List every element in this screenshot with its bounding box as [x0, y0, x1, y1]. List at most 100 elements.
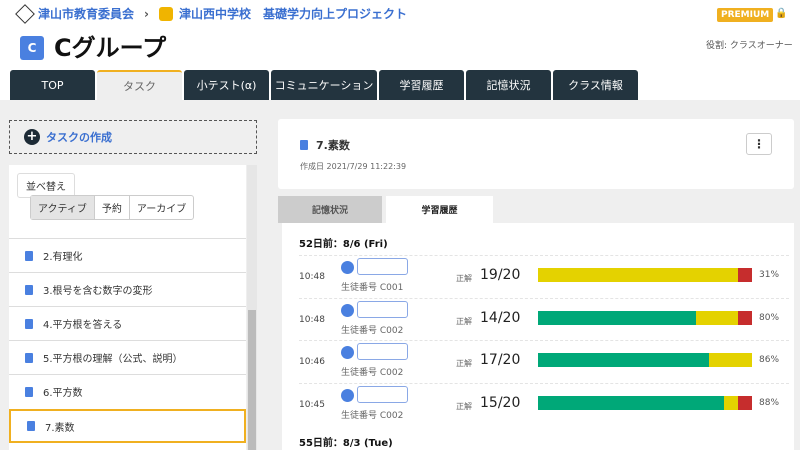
student-number: 生徒番号 C002 — [341, 368, 404, 378]
scrollbar-thumb[interactable] — [248, 310, 256, 450]
task-list-scrollbar[interactable] — [247, 165, 257, 450]
book-icon — [300, 140, 308, 150]
tab-communication[interactable]: コミュニケーション — [271, 70, 377, 100]
bar-segment-yellow — [538, 268, 739, 282]
main-tabs: TOP タスク 小テスト(α) コミュニケーション 学習履歴 記憶状況 クラス情… — [10, 70, 638, 100]
plus-icon: + — [24, 129, 40, 145]
task-item[interactable]: 3.根号を含む数字の変形 — [9, 272, 246, 306]
correct-label: 正解 — [456, 316, 472, 326]
filter-scheduled[interactable]: 予約 — [95, 196, 130, 219]
breadcrumb: 津山市教育委員会 › 津山西中学校 基礎学力向上プロジェクト — [15, 3, 407, 24]
result-bar — [538, 268, 752, 282]
score: 15/20 — [480, 394, 521, 411]
student-number: 生徒番号 C002 — [341, 410, 404, 421]
task-label: 6.平方数 — [43, 388, 83, 399]
student-name-field — [357, 385, 408, 403]
bar-segment-green — [538, 395, 725, 410]
student-name-field — [357, 258, 408, 275]
premium-badge: PREMIUM — [717, 8, 774, 22]
task-list: 並べ替え アクティブ 予約 アーカイブ 2.有理化 3.根号を含む数字の変形 4… — [9, 165, 246, 450]
percentage: 80% — [759, 312, 780, 323]
user-avatar-icon — [341, 388, 354, 402]
record-time: 10:48 — [299, 272, 325, 282]
bar-segment-yellow — [724, 395, 739, 410]
tab-learning-history[interactable]: 学習履歴 — [379, 70, 464, 100]
group-icon: C — [20, 35, 44, 60]
history-row: 10:48 生徒番号 C002 正解 14/20 80% — [299, 297, 789, 340]
result-bar — [538, 395, 752, 410]
student-number: 生徒番号 C001 — [341, 283, 404, 293]
breadcrumb-school[interactable]: 津山西中学校 基礎学力向上プロジェクト — [179, 5, 407, 22]
correct-label: 正解 — [456, 274, 472, 283]
book-icon — [25, 386, 33, 397]
student-number: 生徒番号 C002 — [341, 325, 404, 336]
task-label: 4.平方根を答える — [43, 320, 123, 331]
chevron-right-icon: › — [144, 6, 149, 21]
book-icon — [25, 284, 33, 295]
history-row: 10:48 生徒番号 C001 正解 19/20 31% — [299, 255, 789, 297]
tab-memory-status-detail[interactable]: 記憶状況 — [278, 196, 382, 223]
percentage: 88% — [759, 397, 780, 408]
lock-icon[interactable]: 🔒 — [775, 8, 787, 19]
school-icon — [158, 6, 173, 21]
percentage: 31% — [759, 270, 780, 280]
result-bar — [538, 310, 752, 325]
result-bar — [538, 353, 752, 367]
percentage: 86% — [759, 355, 780, 365]
learning-history-panel: 52日前：8/6 (Fri) 10:48 生徒番号 C001 正解 19/20 … — [282, 223, 794, 450]
student-name-field — [357, 343, 408, 360]
correct-label: 正解 — [456, 401, 472, 411]
tab-memory-status[interactable]: 記憶状況 — [466, 70, 551, 100]
tab-top[interactable]: TOP — [10, 70, 95, 100]
user-avatar-icon — [341, 303, 354, 317]
book-icon — [27, 421, 35, 431]
record-time: 10:48 — [299, 314, 325, 325]
score: 19/20 — [480, 267, 521, 283]
task-item-selected[interactable]: 7.素数 — [9, 409, 246, 443]
book-icon — [25, 318, 33, 329]
tab-learning-history-detail[interactable]: 学習履歴 — [386, 196, 493, 223]
task-item[interactable]: 5.平方根の理解（公式、説明） — [9, 340, 246, 374]
create-task-label: タスクの作成 — [46, 131, 112, 144]
bar-segment-yellow — [709, 353, 752, 367]
tab-quiz[interactable]: 小テスト(α) — [184, 70, 269, 100]
task-item[interactable]: 6.平方数 — [9, 374, 246, 408]
task-item[interactable]: 2.有理化 — [9, 238, 246, 272]
page-title: C Cグループ — [20, 28, 166, 63]
filter-active[interactable]: アクティブ — [31, 196, 95, 219]
bar-segment-red — [738, 395, 752, 410]
filter-segment: アクティブ 予約 アーカイブ — [30, 195, 195, 220]
task-detail-card: 7.素数 作成日 2021/7/29 11:22:39 ⋮ — [278, 119, 794, 189]
user-avatar-icon — [341, 261, 354, 274]
tab-class-info[interactable]: クラス情報 — [553, 70, 638, 100]
correct-label: 正解 — [456, 359, 472, 368]
content-area: + タスクの作成 並べ替え アクティブ 予約 アーカイブ 2.有理化 3.根号を… — [0, 100, 800, 450]
task-label: 2.有理化 — [43, 252, 83, 263]
task-label: 5.平方根の理解（公式、説明） — [43, 354, 183, 365]
task-item[interactable]: 4.平方根を答える — [9, 306, 246, 340]
group-title: Cグループ — [54, 34, 167, 62]
book-icon — [25, 250, 33, 261]
bar-segment-green — [538, 353, 710, 367]
breadcrumb-org[interactable]: 津山市教育委員会 — [38, 5, 134, 22]
city-emblem-icon — [15, 3, 35, 24]
record-time: 10:46 — [299, 357, 325, 367]
task-detail-name: 7.素数 — [316, 139, 350, 152]
tab-task[interactable]: タスク — [97, 70, 182, 100]
bar-segment-yellow — [696, 310, 739, 325]
bar-segment-green — [538, 310, 697, 325]
record-time: 10:45 — [299, 399, 325, 410]
more-options-button[interactable]: ⋮ — [746, 133, 772, 155]
bar-segment-red — [738, 310, 752, 325]
filter-archive[interactable]: アーカイブ — [130, 196, 193, 219]
created-date: 作成日 2021/7/29 11:22:39 — [300, 162, 407, 171]
book-icon — [25, 352, 33, 363]
history-row: 10:46 生徒番号 C002 正解 17/20 86% — [299, 340, 789, 382]
day-header: 55日前：8/3 (Tue) — [299, 438, 393, 449]
bar-segment-red — [738, 268, 752, 282]
task-label: 3.根号を含む数字の変形 — [43, 286, 153, 297]
task-label: 7.素数 — [45, 422, 75, 434]
role-label: 役割: クラスオーナー — [706, 41, 793, 51]
create-task-button[interactable]: + タスクの作成 — [9, 120, 257, 154]
score: 17/20 — [480, 352, 521, 368]
